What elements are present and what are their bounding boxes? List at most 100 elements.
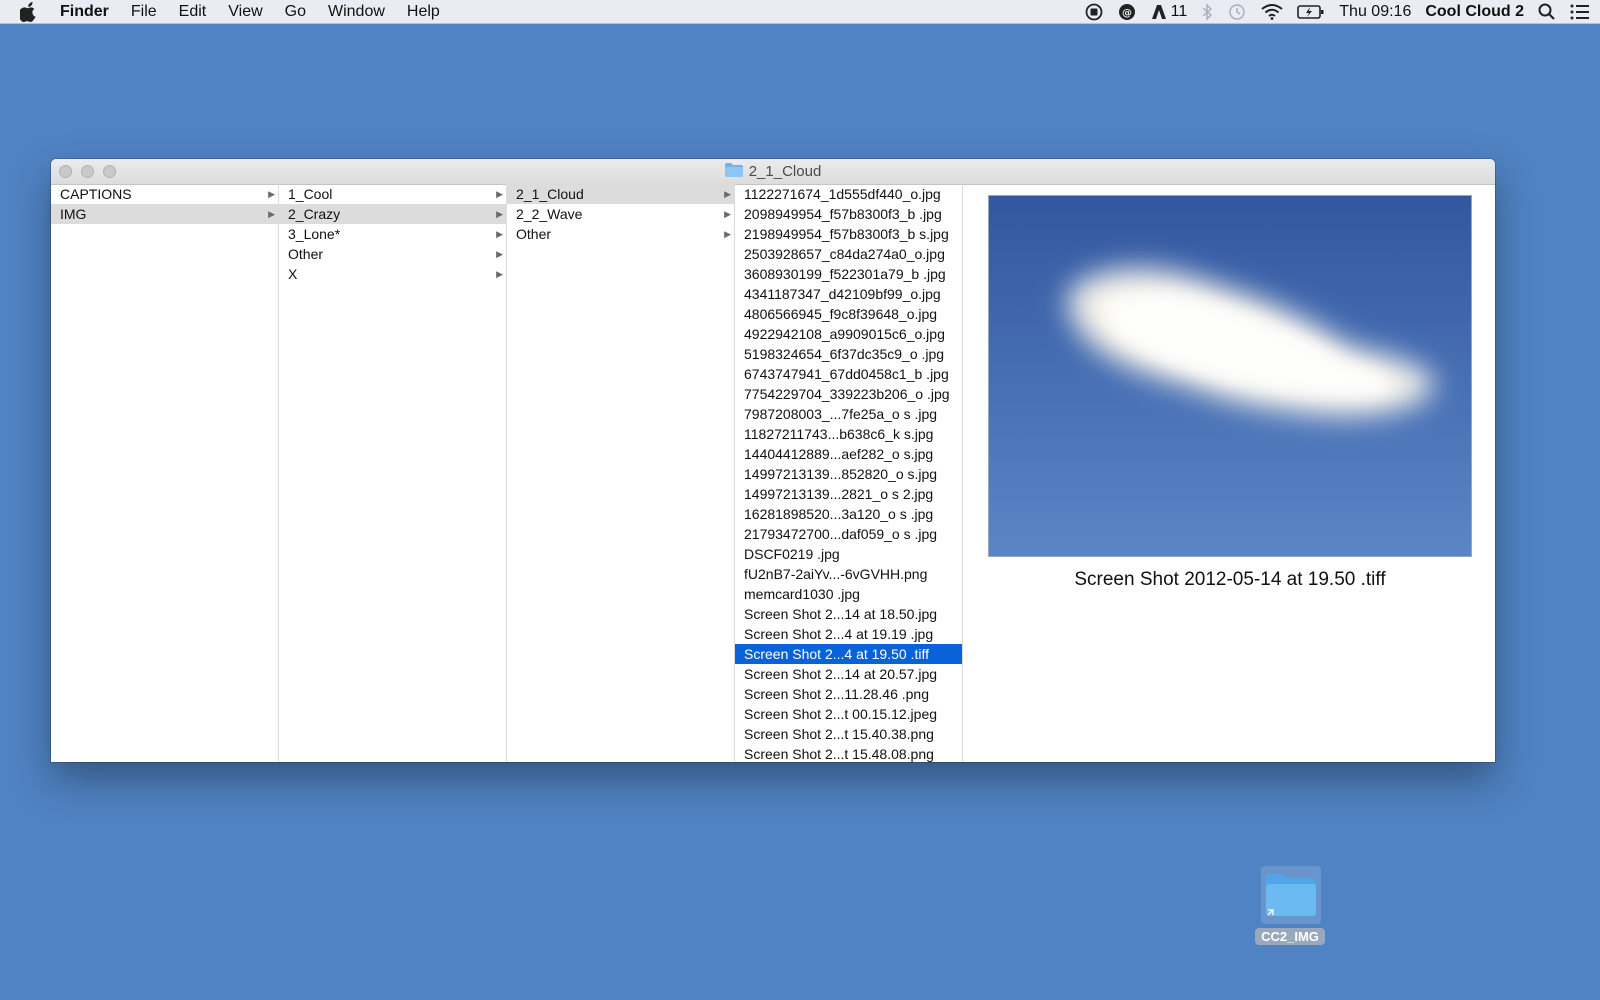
file-item[interactable]: Screen Shot 2...t 15.40.38.png	[735, 724, 962, 744]
item-label: Screen Shot 2...t 00.15.12.jpeg	[744, 706, 938, 722]
item-label: 11827211743...b638c6_k s.jpg	[744, 426, 934, 442]
file-item[interactable]: 6743747941_67dd0458c1_b .jpg	[735, 364, 962, 384]
file-item[interactable]: Screen Shot 2...t 15.48.08.png	[735, 744, 962, 762]
item-label: 6743747941_67dd0458c1_b .jpg	[744, 366, 949, 382]
preview-image	[988, 195, 1472, 557]
spotlight-search-icon[interactable]	[1538, 2, 1556, 22]
item-label: 1122271674_1d555df440_o.jpg	[744, 186, 941, 202]
disclosure-arrow-icon: ▶	[268, 189, 275, 199]
file-item[interactable]: 7987208003_...7fe25a_o s .jpg	[735, 404, 962, 424]
folder-item[interactable]: CAPTIONS ▶	[51, 184, 278, 204]
browser-column-files[interactable]: 1122271674_1d555df440_o.jpg 2098949954_f5…	[735, 184, 963, 762]
item-label: Screen Shot 2...11.28.46 .png	[744, 686, 929, 702]
folder-item[interactable]: 2_1_Cloud ▶	[507, 184, 734, 204]
folder-icon	[724, 162, 743, 181]
menu-bar: Finder File Edit View Go Window Help @ 1…	[0, 0, 1600, 24]
item-label: fU2nB7-2aiYv...-6vGVHH.png	[744, 566, 928, 582]
item-label: Screen Shot 2...4 at 19.50 .tiff	[744, 646, 929, 662]
menu-help[interactable]: Help	[407, 3, 440, 21]
file-item[interactable]: fU2nB7-2aiYv...-6vGVHH.png	[735, 564, 962, 584]
file-item[interactable]: 3608930199_f522301a79_b .jpg	[735, 264, 962, 284]
file-item[interactable]: 1122271674_1d555df440_o.jpg	[735, 184, 962, 204]
file-item[interactable]: Screen Shot 2...14 at 20.57.jpg	[735, 664, 962, 684]
folder-item[interactable]: IMG ▶	[51, 204, 278, 224]
file-item[interactable]: 21793472700...daf059_o s .jpg	[735, 524, 962, 544]
folder-item[interactable]: Other ▶	[507, 224, 734, 244]
window-titlebar[interactable]: 2_1_Cloud	[51, 159, 1495, 185]
creative-cloud-icon[interactable]: @	[1117, 2, 1137, 22]
file-item[interactable]: 4922942108_a9909015c6_o.jpg	[735, 324, 962, 344]
file-item[interactable]: 14997213139...2821_o s 2.jpg	[735, 484, 962, 504]
file-item[interactable]: 14404412889...aef282_o s.jpg	[735, 444, 962, 464]
disclosure-arrow-icon: ▶	[496, 269, 503, 279]
item-label: 2_Crazy	[288, 206, 341, 222]
status-area: @ 11 Thu 09:16 Cool Cloud 2	[1085, 0, 1590, 24]
battery-icon[interactable]	[1297, 2, 1325, 22]
item-label: 3608930199_f522301a79_b .jpg	[744, 266, 946, 282]
file-item[interactable]: 2098949954_f57b8300f3_b .jpg	[735, 204, 962, 224]
folder-item[interactable]: X ▶	[279, 264, 506, 284]
menu-file[interactable]: File	[131, 3, 157, 21]
item-label: 14404412889...aef282_o s.jpg	[744, 446, 934, 462]
item-label: 4922942108_a9909015c6_o.jpg	[744, 326, 945, 342]
file-item[interactable]: 4341187347_d42109bf99_o.jpg	[735, 284, 962, 304]
file-item[interactable]: Screen Shot 2...11.28.46 .png	[735, 684, 962, 704]
disclosure-arrow-icon: ▶	[724, 229, 731, 239]
item-label: memcard1030 .jpg	[744, 586, 860, 602]
file-item[interactable]: Screen Shot 2...14 at 18.50.jpg	[735, 604, 962, 624]
file-item[interactable]: Screen Shot 2...t 00.15.12.jpeg	[735, 704, 962, 724]
menu-go[interactable]: Go	[285, 3, 306, 21]
window-title-text: 2_1_Cloud	[748, 163, 822, 180]
wifi-icon[interactable]	[1261, 2, 1283, 22]
record-icon[interactable]	[1085, 2, 1103, 22]
file-item[interactable]: memcard1030 .jpg	[735, 584, 962, 604]
time-machine-icon[interactable]	[1227, 2, 1247, 22]
file-item[interactable]: 2198949954_f57b8300f3_b s.jpg	[735, 224, 962, 244]
cloud-photo	[989, 196, 1471, 556]
user-account-name[interactable]: Cool Cloud 2	[1425, 3, 1524, 21]
file-item[interactable]: 11827211743...b638c6_k s.jpg	[735, 424, 962, 444]
folder-item[interactable]: 2_Crazy ▶	[279, 204, 506, 224]
disclosure-arrow-icon: ▶	[496, 249, 503, 259]
menu-window[interactable]: Window	[328, 3, 385, 21]
item-label: 14997213139...2821_o s 2.jpg	[744, 486, 934, 502]
file-item[interactable]: 4806566945_f9c8f39648_o.jpg	[735, 304, 962, 324]
app-menu-finder[interactable]: Finder	[60, 3, 109, 21]
item-label: 1_Cool	[288, 186, 333, 202]
item-label: 4341187347_d42109bf99_o.jpg	[744, 286, 941, 302]
menu-view[interactable]: View	[228, 3, 262, 21]
folder-item[interactable]: Other ▶	[279, 244, 506, 264]
desktop-folder-label: CC2_IMG	[1255, 928, 1325, 945]
file-item[interactable]: 16281898520...3a120_o s .jpg	[735, 504, 962, 524]
item-label: X	[288, 266, 298, 282]
folder-alias-icon	[1261, 866, 1321, 924]
browser-column-3[interactable]: 2_1_Cloud ▶ 2_2_Wave ▶ Other ▶	[507, 184, 735, 762]
bluetooth-icon[interactable]	[1201, 2, 1213, 22]
notification-center-icon[interactable]	[1570, 2, 1590, 22]
file-item[interactable]: 5198324654_6f37dc35c9_o .jpg	[735, 344, 962, 364]
item-label: CAPTIONS	[60, 186, 132, 202]
folder-item[interactable]: 2_2_Wave ▶	[507, 204, 734, 224]
browser-column-1[interactable]: CAPTIONS ▶ IMG ▶	[51, 184, 279, 762]
window-title: 2_1_Cloud	[51, 159, 1495, 184]
folder-item[interactable]: 3_Lone* ▶	[279, 224, 506, 244]
browser-column-2[interactable]: 1_Cool ▶ 2_Crazy ▶ 3_Lone* ▶ Other ▶ X ▶	[279, 184, 507, 762]
disclosure-arrow-icon: ▶	[268, 209, 275, 219]
item-label: IMG	[60, 206, 87, 222]
adobe-updates-icon[interactable]: 11	[1151, 2, 1187, 22]
file-item[interactable]: 7754229704_339223b206_o .jpg	[735, 384, 962, 404]
file-item[interactable]: Screen Shot 2...4 at 19.19 .jpg	[735, 624, 962, 644]
item-label: Screen Shot 2...14 at 18.50.jpg	[744, 606, 938, 622]
file-item[interactable]: 2503928657_c84da274a0_o.jpg	[735, 244, 962, 264]
menu-edit[interactable]: Edit	[179, 3, 207, 21]
item-label: Screen Shot 2...t 15.48.08.png	[744, 746, 934, 762]
menubar-clock[interactable]: Thu 09:16	[1339, 3, 1411, 21]
file-item[interactable]: DSCF0219 .jpg	[735, 544, 962, 564]
desktop-folder-cc2-img[interactable]: CC2_IMG	[1253, 866, 1329, 945]
item-label: 3_Lone*	[288, 226, 341, 242]
file-item[interactable]: 14997213139...852820_o s.jpg	[735, 464, 962, 484]
apple-menu-icon[interactable]	[20, 1, 42, 22]
folder-item[interactable]: 1_Cool ▶	[279, 184, 506, 204]
file-item[interactable]: Screen Shot 2...4 at 19.50 .tiff	[735, 644, 962, 664]
disclosure-arrow-icon: ▶	[724, 189, 731, 199]
